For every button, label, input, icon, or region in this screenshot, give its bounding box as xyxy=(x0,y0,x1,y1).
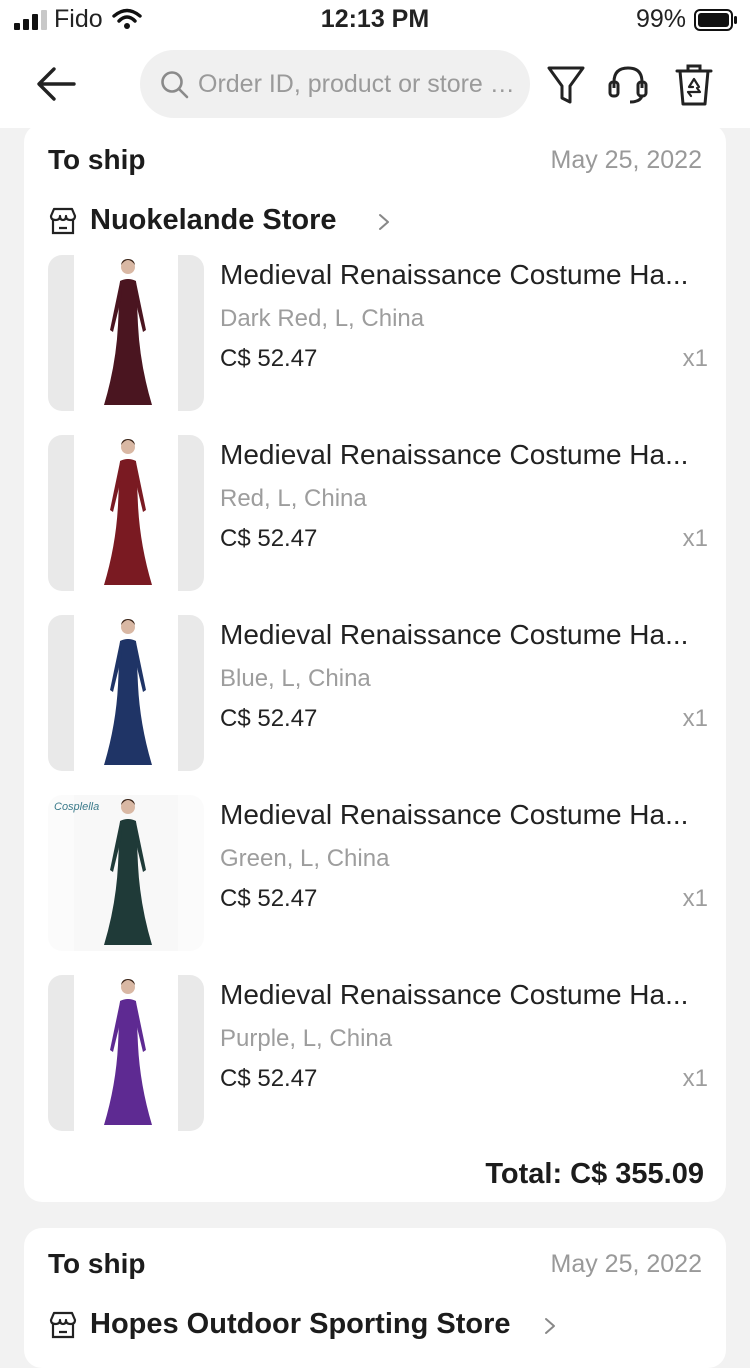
order-item[interactable]: Medieval Renaissance Costume Ha... Purpl… xyxy=(48,975,708,1131)
dress-figure xyxy=(104,439,152,585)
top-nav: Order ID, product or store n... xyxy=(0,40,750,128)
order-item[interactable]: Medieval Renaissance Costume Ha... Blue,… xyxy=(48,615,708,771)
order-card[interactable]: To ship May 25, 2022 Hopes Outdoor Sport… xyxy=(24,1228,726,1368)
product-quantity: x1 xyxy=(682,885,708,912)
order-header: To ship May 25, 2022 xyxy=(48,1248,702,1284)
product-title: Medieval Renaissance Costume Ha... xyxy=(220,259,689,290)
customer-service-icon[interactable] xyxy=(606,62,650,108)
order-total: Total: C$ 355.09 xyxy=(485,1158,704,1190)
product-price: C$ 52.47 xyxy=(220,705,318,732)
product-image xyxy=(48,975,204,1131)
product-image: Cosplella xyxy=(48,795,204,951)
back-arrow-icon[interactable] xyxy=(34,64,78,104)
store-icon xyxy=(49,207,77,235)
product-variant: Red, L, China xyxy=(220,485,367,512)
product-quantity: x1 xyxy=(682,705,708,732)
product-variant: Purple, L, China xyxy=(220,1025,393,1052)
search-placeholder: Order ID, product or store n... xyxy=(198,70,518,98)
brand-logo: Cosplella xyxy=(54,801,100,813)
product-title: Medieval Renaissance Costume Ha... xyxy=(220,979,689,1010)
status-bar: Fido 12:13 PM 99% xyxy=(0,0,750,40)
order-card[interactable]: To ship May 25, 2022 Nuokelande Store Me… xyxy=(24,124,726,1202)
product-title: Medieval Renaissance Costume Ha... xyxy=(220,799,689,830)
store-name: Nuokelande Store xyxy=(90,204,337,236)
store-icon xyxy=(49,1311,77,1339)
product-variant: Blue, L, China xyxy=(220,665,371,692)
product-image xyxy=(48,615,204,771)
dress-figure xyxy=(104,259,152,405)
order-item[interactable]: Cosplella Medieval Renaissance Costume H… xyxy=(48,795,708,951)
product-variant: Green, L, China xyxy=(220,845,390,872)
battery-icon xyxy=(694,9,737,31)
recycle-bin-icon[interactable] xyxy=(672,62,716,108)
order-status: To ship xyxy=(48,144,146,175)
search-icon xyxy=(161,71,189,99)
filter-icon[interactable] xyxy=(544,62,588,108)
product-price: C$ 52.47 xyxy=(220,525,318,552)
chevron-right-icon xyxy=(545,1318,555,1334)
product-title: Medieval Renaissance Costume Ha... xyxy=(220,619,689,650)
order-item[interactable]: Medieval Renaissance Costume Ha... Red, … xyxy=(48,435,708,591)
order-date: May 25, 2022 xyxy=(550,1250,703,1278)
order-date: May 25, 2022 xyxy=(550,146,703,174)
product-price: C$ 52.47 xyxy=(220,1065,318,1092)
product-image xyxy=(48,435,204,591)
product-title: Medieval Renaissance Costume Ha... xyxy=(220,439,689,470)
dress-figure xyxy=(104,979,152,1125)
product-variant: Dark Red, L, China xyxy=(220,305,425,332)
product-price: C$ 52.47 xyxy=(220,345,318,372)
store-name: Hopes Outdoor Sporting Store xyxy=(90,1308,511,1340)
product-quantity: x1 xyxy=(682,525,708,552)
chevron-right-icon xyxy=(379,214,389,230)
product-quantity: x1 xyxy=(682,345,708,372)
battery-percent: 99% xyxy=(635,5,686,33)
order-header: To ship May 25, 2022 xyxy=(48,144,702,180)
product-image xyxy=(48,255,204,411)
product-quantity: x1 xyxy=(682,1065,708,1092)
dress-figure xyxy=(104,799,152,945)
order-item[interactable]: Medieval Renaissance Costume Ha... Dark … xyxy=(48,255,708,411)
product-price: C$ 52.47 xyxy=(220,885,318,912)
search-input[interactable]: Order ID, product or store n... xyxy=(140,50,530,118)
order-status: To ship xyxy=(48,1248,146,1279)
dress-figure xyxy=(104,619,152,765)
